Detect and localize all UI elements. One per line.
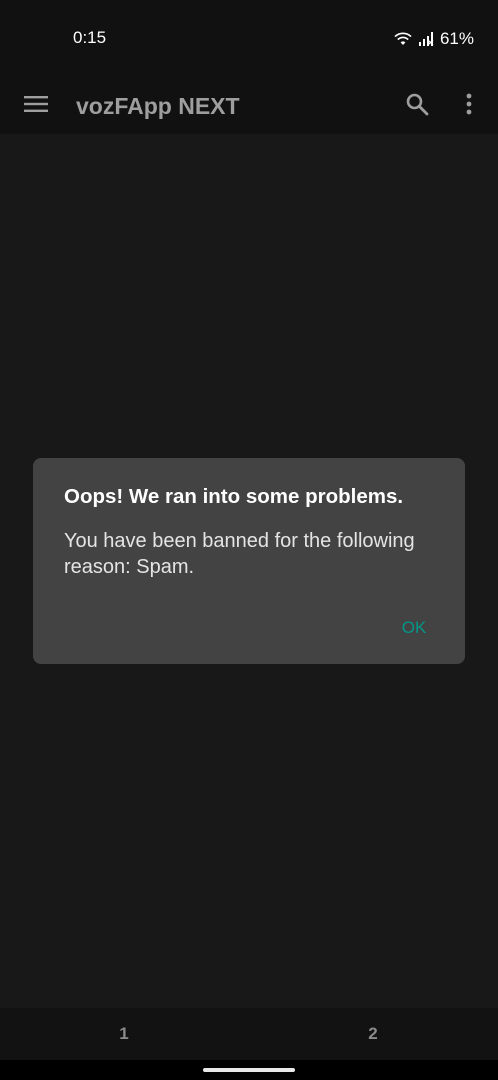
- screen: 0:15 61% vozFApp NEXT Oops! We ran into …: [0, 0, 498, 1080]
- dialog-title: Oops! We ran into some problems.: [64, 485, 404, 508]
- ok-button[interactable]: OK: [388, 612, 440, 644]
- more-options-button[interactable]: [455, 90, 483, 122]
- more-vert-icon: [466, 93, 472, 120]
- navigation-bar: [0, 1060, 498, 1080]
- battery-percent: 61%: [439, 29, 474, 48]
- status-icons: 61%: [394, 28, 474, 50]
- dialog-message: You have been banned for the following r…: [64, 530, 415, 578]
- page-2-button[interactable]: 2: [343, 1008, 403, 1060]
- app-bar: vozFApp NEXT: [0, 78, 498, 134]
- page-bar: 1 2: [0, 1008, 498, 1060]
- error-dialog: Oops! We ran into some problems. You hav…: [33, 458, 465, 664]
- menu-button[interactable]: [22, 92, 50, 120]
- home-indicator[interactable]: [203, 1068, 295, 1072]
- wifi-icon: [394, 32, 412, 46]
- signal-icon: [418, 31, 434, 47]
- status-time: 0:15: [73, 28, 107, 47]
- page-1-button[interactable]: 1: [94, 1008, 154, 1060]
- menu-icon: [24, 95, 48, 118]
- search-button[interactable]: [401, 90, 433, 122]
- status-bar: 0:15 61%: [0, 0, 498, 78]
- search-icon: [405, 92, 429, 121]
- app-title: vozFApp NEXT: [76, 93, 240, 119]
